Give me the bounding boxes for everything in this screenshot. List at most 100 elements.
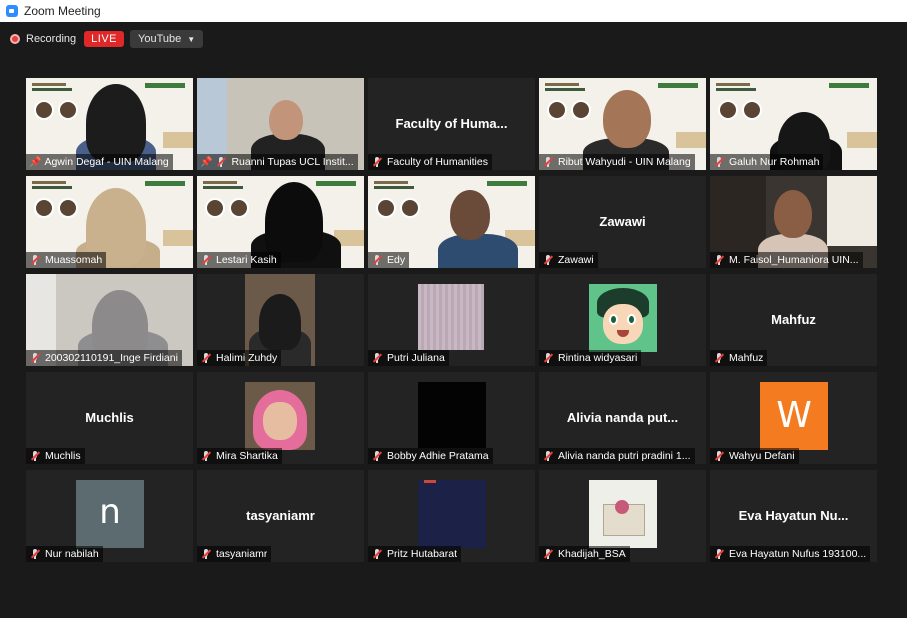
participant-name-label: M. Faisol_Humaniora UIN...: [710, 252, 863, 268]
participant-tile[interactable]: 📌 Agwin Degaf - UIN Malang: [26, 78, 193, 170]
participant-name-label: 200302110191_Inge Firdiani: [26, 350, 182, 366]
participant-name-label: Muchlis: [26, 448, 85, 464]
stream-target-label: YouTube: [138, 33, 182, 45]
caret-down-icon: ▼: [187, 34, 196, 44]
participant-tile[interactable]: Khadijah_BSA: [539, 470, 706, 562]
participant-name-label: tasyaniamr: [197, 546, 272, 562]
participant-name-label: Mira Shartika: [197, 448, 282, 464]
avatar-letter: W: [760, 382, 828, 450]
participant-name: Faculty of Humanities: [387, 156, 488, 168]
muted-mic-icon: [200, 548, 212, 560]
participant-name: Pritz Hutabarat: [387, 548, 458, 560]
participant-tile[interactable]: Alivia nanda put... Alivia nanda putri pr…: [539, 372, 706, 464]
participant-name: Halimi Zuhdy: [216, 352, 278, 364]
muted-mic-icon: [371, 450, 383, 462]
participant-name-label: Khadijah_BSA: [539, 546, 630, 562]
participant-tile[interactable]: Halimi Zuhdy: [197, 274, 364, 366]
muted-mic-icon: [29, 450, 41, 462]
participant-name-label: Bobby Adhie Pratama: [368, 448, 493, 464]
zoom-logo-icon: [6, 5, 18, 17]
muted-mic-icon: [713, 156, 725, 168]
participant-name-label: Lestari Kasih: [197, 252, 281, 268]
participant-tile[interactable]: M. Faisol_Humaniora UIN...: [710, 176, 877, 268]
window-title: Zoom Meeting: [24, 4, 101, 18]
muted-mic-icon: [371, 156, 383, 168]
pin-icon: 📌: [29, 156, 42, 168]
cartoon-avatar: [589, 284, 657, 352]
participant-tile[interactable]: Mira Shartika: [197, 372, 364, 464]
participant-name-label: Zawawi: [539, 252, 598, 268]
participant-name: Bobby Adhie Pratama: [387, 450, 489, 462]
participant-display-name: Zawawi: [599, 214, 646, 229]
muted-mic-icon: [542, 450, 554, 462]
participant-display-name: tasyaniamr: [246, 508, 315, 523]
avatar-letter: n: [76, 480, 144, 548]
participant-tile[interactable]: Putri Juliana: [368, 274, 535, 366]
participant-name: 200302110191_Inge Firdiani: [45, 352, 178, 364]
recording-indicator-icon: [10, 34, 20, 44]
participant-name: Alivia nanda putri pradini 1...: [558, 450, 691, 462]
participant-tile[interactable]: Lestari Kasih: [197, 176, 364, 268]
participant-name-label: Mahfuz: [710, 350, 768, 366]
dark-video: [418, 382, 486, 448]
participant-name: Khadijah_BSA: [558, 548, 626, 560]
muted-mic-icon: [200, 352, 212, 364]
participant-name-label: Eva Hayatun Nufus 193100...: [710, 546, 871, 562]
window-titlebar: Zoom Meeting: [0, 0, 907, 22]
participant-name: Agwin Degaf - UIN Malang: [44, 156, 169, 168]
participant-name-label: Ribut Wahyudi - UIN Malang: [539, 154, 695, 170]
participant-name: Ribut Wahyudi - UIN Malang: [558, 156, 691, 168]
participant-tile[interactable]: Faculty of Huma... Faculty of Humanities: [368, 78, 535, 170]
participant-name: Muassomah: [45, 254, 103, 266]
participant-tile[interactable]: 📌 Ruanni Tupas UCL Instit...: [197, 78, 364, 170]
participant-tile[interactable]: tasyaniamr tasyaniamr: [197, 470, 364, 562]
participant-tile[interactable]: Eva Hayatun Nu... Eva Hayatun Nufus 19310…: [710, 470, 877, 562]
muted-mic-icon: [542, 156, 554, 168]
recording-toolbar: Recording LIVE YouTube ▼: [10, 30, 204, 48]
participant-tile[interactable]: Zawawi Zawawi: [539, 176, 706, 268]
participant-tile[interactable]: Edy: [368, 176, 535, 268]
stream-target-dropdown[interactable]: YouTube ▼: [130, 30, 204, 48]
participant-name-label: 📌 Agwin Degaf - UIN Malang: [26, 154, 173, 170]
participant-tile[interactable]: Muchlis Muchlis: [26, 372, 193, 464]
recording-label: Recording: [26, 33, 77, 45]
pin-icon: 📌: [200, 156, 213, 168]
participant-name: Ruanni Tupas UCL Instit...: [231, 156, 354, 168]
participant-tile[interactable]: n Nur nabilah: [26, 470, 193, 562]
participant-tile[interactable]: W Wahyu Defani: [710, 372, 877, 464]
gallery-grid: 📌 Agwin Degaf - UIN Malang 📌 Ruanni Tupas U…: [26, 78, 878, 562]
participant-display-name: Muchlis: [85, 410, 134, 425]
muted-mic-icon: [371, 254, 383, 266]
participant-name: Rintina widyasari: [558, 352, 638, 364]
muted-mic-icon: [371, 352, 383, 364]
participant-name-label: Faculty of Humanities: [368, 154, 492, 170]
participant-name: Mahfuz: [729, 352, 764, 364]
participant-name: Wahyu Defani: [729, 450, 795, 462]
participant-name: tasyaniamr: [216, 548, 268, 560]
participant-name-label: Putri Juliana: [368, 350, 449, 366]
participant-tile[interactable]: Mahfuz Mahfuz: [710, 274, 877, 366]
participant-name: Putri Juliana: [387, 352, 445, 364]
muted-mic-icon: [29, 352, 41, 364]
muted-mic-icon: [713, 352, 725, 364]
muted-mic-icon: [542, 254, 554, 266]
participant-name-label: 📌 Ruanni Tupas UCL Instit...: [197, 154, 358, 170]
muted-mic-icon: [713, 548, 725, 560]
blurred-video: [418, 284, 484, 350]
participant-tile[interactable]: Galuh Nur Rohmah: [710, 78, 877, 170]
participant-tile[interactable]: Ribut Wahyudi - UIN Malang: [539, 78, 706, 170]
participant-tile[interactable]: Pritz Hutabarat: [368, 470, 535, 562]
participant-name-label: Galuh Nur Rohmah: [710, 154, 824, 170]
participant-tile[interactable]: Bobby Adhie Pratama: [368, 372, 535, 464]
participant-display-name: Faculty of Huma...: [395, 116, 508, 131]
muted-mic-icon: [542, 352, 554, 364]
participant-tile[interactable]: Muassomah: [26, 176, 193, 268]
participant-tile[interactable]: 200302110191_Inge Firdiani: [26, 274, 193, 366]
participant-name: Lestari Kasih: [216, 254, 277, 266]
participant-name-label: Rintina widyasari: [539, 350, 642, 366]
participant-tile[interactable]: Rintina widyasari: [539, 274, 706, 366]
muted-mic-icon: [200, 450, 212, 462]
participant-name-label: Edy: [368, 252, 410, 268]
participant-name-label: Wahyu Defani: [710, 448, 799, 464]
participant-display-name: Eva Hayatun Nu...: [738, 508, 849, 523]
